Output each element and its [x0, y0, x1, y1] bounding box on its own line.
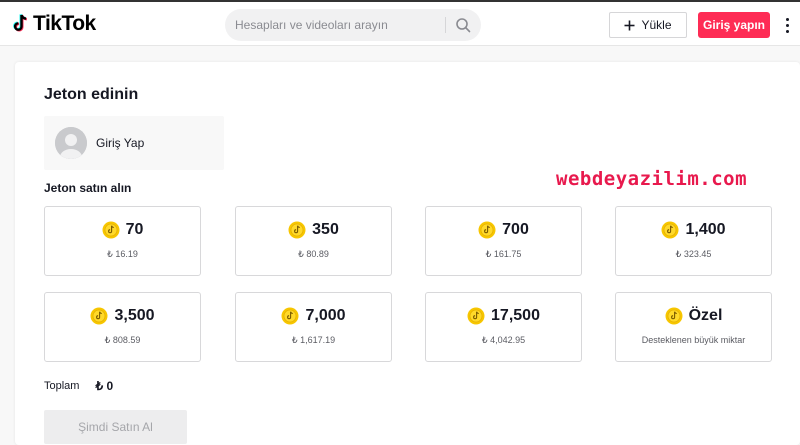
package-amount: 3,500: [114, 307, 155, 324]
package-price: ₺ 1,617.19: [291, 335, 336, 345]
top-header: TikTok Yükle Giriş yapın: [0, 0, 800, 46]
total-row: Toplam ₺ 0: [44, 379, 113, 393]
package-price: Desteklenen büyük miktar: [641, 335, 746, 345]
coin-package-70[interactable]: 70 ₺ 16.19: [44, 206, 201, 276]
plus-icon: [624, 20, 635, 30]
coin-package-3500[interactable]: 3,500 ₺ 808.59: [44, 292, 201, 362]
buy-now-button[interactable]: Şimdi Satın Al: [44, 410, 187, 444]
coin-icon: [288, 221, 306, 239]
search-divider: [445, 17, 446, 33]
coin-package-7000[interactable]: 7,000 ₺ 1,617.19: [235, 292, 392, 362]
package-amount: 17,500: [491, 307, 540, 324]
package-amount: 7,000: [305, 307, 346, 324]
page-title: Jeton edinin: [44, 86, 139, 103]
coin-icon: [90, 307, 108, 325]
tiktok-logo[interactable]: TikTok: [12, 12, 96, 36]
total-value: ₺ 0: [95, 379, 114, 393]
logo-text: TikTok: [33, 12, 96, 35]
search-bar: [225, 9, 481, 41]
profile-label: Giriş Yap: [96, 136, 145, 150]
total-label: Toplam: [44, 380, 80, 392]
coin-package-350[interactable]: 350 ₺ 80.89: [235, 206, 392, 276]
avatar-icon: [55, 127, 87, 159]
coin-icon: [665, 307, 683, 325]
watermark-text: webdeyazilim.com: [556, 168, 748, 190]
package-price: ₺ 161.75: [485, 249, 522, 259]
coin-icon: [467, 307, 485, 325]
search-input[interactable]: [235, 9, 440, 41]
package-price: ₺ 4,042.95: [481, 335, 526, 345]
package-amount: 70: [125, 221, 144, 238]
package-amount: 350: [312, 221, 339, 238]
coin-icon: [281, 307, 299, 325]
coin-icon: [661, 221, 679, 239]
tiktok-logo-icon: [13, 14, 28, 32]
coin-icon: [478, 221, 496, 239]
package-amount: 700: [502, 221, 529, 238]
more-vertical-icon[interactable]: [782, 14, 792, 36]
package-amount: 1,400: [685, 221, 726, 238]
section-title: Jeton satın alın: [44, 181, 132, 195]
upload-button[interactable]: Yükle: [609, 12, 687, 38]
login-profile-box[interactable]: Giriş Yap: [44, 116, 224, 170]
package-amount: Özel: [688, 307, 723, 324]
coin-package-17500[interactable]: 17,500 ₺ 4,042.95: [425, 292, 582, 362]
package-price: ₺ 80.89: [298, 249, 329, 259]
coin-package-custom[interactable]: Özel Desteklenen büyük miktar: [615, 292, 772, 362]
login-button[interactable]: Giriş yapın: [698, 12, 770, 38]
search-button[interactable]: [451, 13, 475, 37]
package-price: ₺ 808.59: [104, 335, 141, 345]
upload-label: Yükle: [641, 18, 672, 32]
coin-icon: [102, 221, 120, 239]
package-price: ₺ 323.45: [675, 249, 712, 259]
coins-card: Jeton edinin Giriş Yap Jeton satın alın …: [15, 62, 800, 445]
search-icon: [456, 18, 471, 33]
coin-package-700[interactable]: 700 ₺ 161.75: [425, 206, 582, 276]
package-price: ₺ 16.19: [107, 249, 138, 259]
coin-package-1400[interactable]: 1,400 ₺ 323.45: [615, 206, 772, 276]
